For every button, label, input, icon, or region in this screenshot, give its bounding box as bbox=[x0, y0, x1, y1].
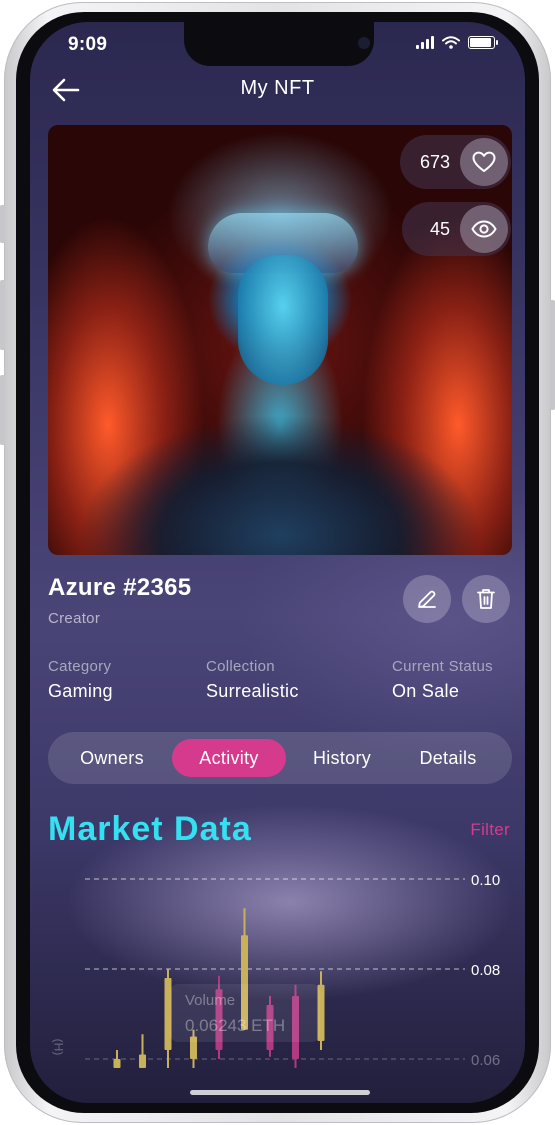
nft-title: Azure #2365 bbox=[48, 574, 192, 601]
tab-bar: Owners Activity History Details bbox=[48, 732, 512, 784]
tooltip-value: 0.06243 ETH bbox=[185, 1016, 286, 1035]
meta-status: Current Status On Sale bbox=[392, 658, 493, 702]
y-axis-label: (H) bbox=[51, 1038, 66, 1056]
likes-count: 673 bbox=[419, 151, 450, 172]
views-pill[interactable]: 45 bbox=[402, 202, 511, 256]
meta-collection: Collection Surrealistic bbox=[206, 658, 299, 702]
meta-category: Category Gaming bbox=[48, 658, 113, 702]
tab-details[interactable]: Details bbox=[398, 739, 498, 777]
volume-up-button bbox=[0, 280, 5, 350]
tab-activity[interactable]: Activity bbox=[172, 739, 286, 777]
meta-category-label: Category bbox=[48, 658, 112, 675]
mute-switch bbox=[0, 205, 5, 243]
status-time: 9:09 bbox=[68, 34, 108, 55]
home-indicator[interactable] bbox=[190, 1090, 370, 1095]
views-count: 45 bbox=[429, 218, 450, 239]
candle-body[interactable] bbox=[113, 1059, 121, 1068]
filter-button[interactable]: Filter bbox=[470, 820, 510, 840]
notch bbox=[184, 22, 374, 66]
eye-icon[interactable] bbox=[460, 205, 508, 253]
creator-label[interactable]: Creator bbox=[48, 610, 100, 627]
y-tick-top: 0.10 bbox=[471, 872, 500, 889]
page-title: My NFT bbox=[240, 77, 315, 99]
meta-status-label: Current Status bbox=[392, 658, 493, 675]
y-tick-mid: 0.08 bbox=[471, 962, 500, 979]
nft-artwork[interactable] bbox=[48, 125, 512, 555]
meta-collection-label: Collection bbox=[206, 658, 275, 675]
status-icons bbox=[416, 36, 498, 49]
tab-history[interactable]: History bbox=[294, 739, 390, 777]
volume-tooltip: Volume 0.06243 ETH bbox=[170, 984, 320, 1042]
meta-collection-value: Surrealistic bbox=[206, 681, 299, 701]
edit-button[interactable] bbox=[403, 575, 451, 623]
trash-icon bbox=[477, 589, 495, 609]
likes-pill[interactable]: 673 bbox=[399, 135, 511, 189]
volume-down-button bbox=[0, 375, 5, 445]
meta-category-value: Gaming bbox=[48, 681, 113, 701]
cellular-signal-icon bbox=[416, 36, 434, 49]
candle-body[interactable] bbox=[139, 1054, 146, 1069]
tab-owners[interactable]: Owners bbox=[60, 739, 164, 777]
tooltip-label: Volume bbox=[185, 992, 236, 1009]
meta-status-value: On Sale bbox=[392, 681, 460, 701]
wifi-icon bbox=[442, 36, 460, 49]
artwork-face bbox=[238, 255, 328, 385]
pencil-icon bbox=[418, 590, 436, 608]
app-screen: 9:09 My NFT 673 45 Azure #2365 Creator C… bbox=[30, 22, 525, 1103]
market-data-title: Market Data bbox=[48, 810, 252, 848]
power-button bbox=[550, 300, 555, 410]
front-camera bbox=[358, 37, 370, 49]
y-tick-bottom: 0.06 bbox=[471, 1052, 500, 1069]
delete-button[interactable] bbox=[462, 575, 510, 623]
battery-icon bbox=[468, 36, 498, 49]
market-chart[interactable]: 0.10 0.08 0.06 bbox=[30, 862, 525, 1103]
heart-icon[interactable] bbox=[460, 138, 508, 186]
